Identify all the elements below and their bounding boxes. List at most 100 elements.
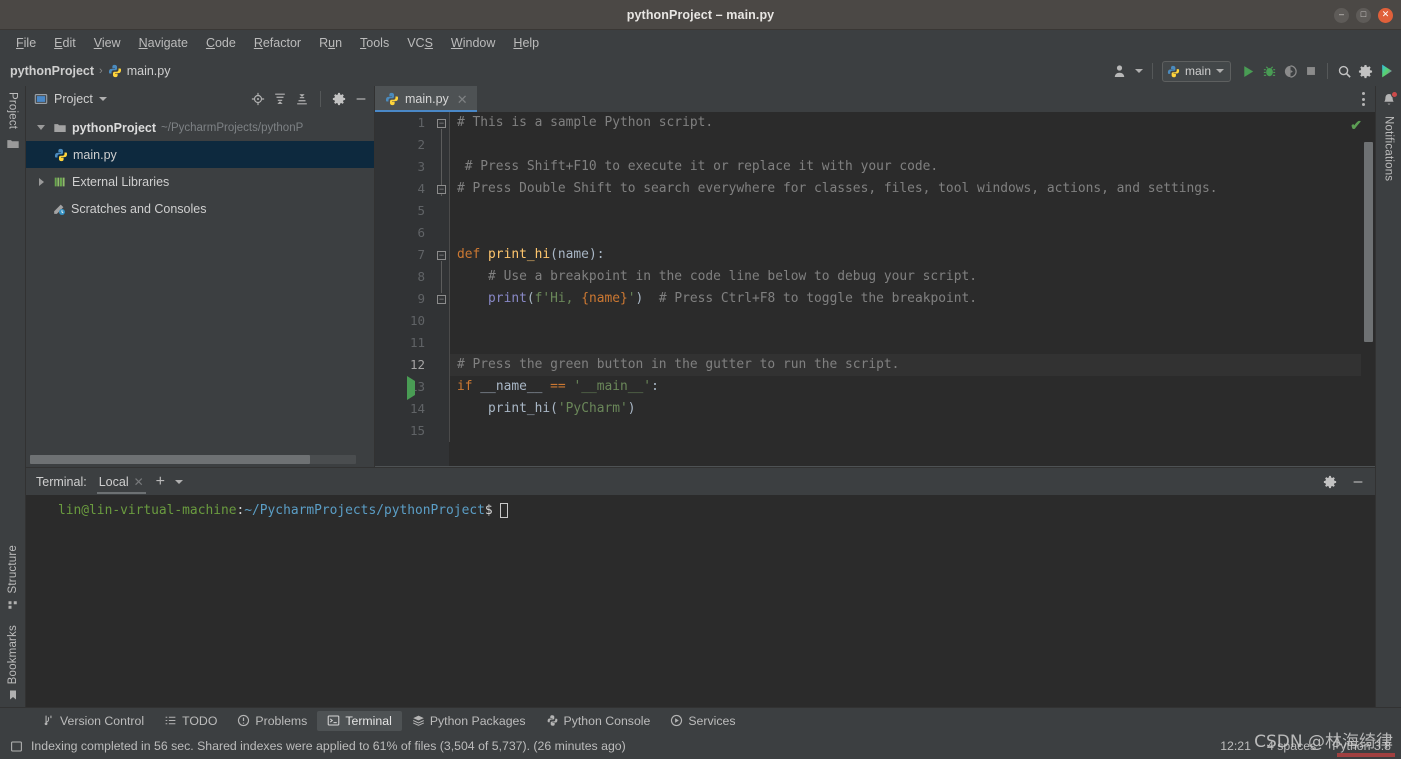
stop-icon[interactable] (1304, 64, 1318, 78)
gear-icon[interactable] (1358, 64, 1373, 79)
run-configuration-selector[interactable]: main (1161, 60, 1231, 82)
rail-item-project[interactable]: Project (7, 92, 19, 129)
terminal-chevron-down-icon[interactable] (175, 479, 184, 484)
toolwindow-python-console[interactable]: Python Console (536, 711, 661, 731)
code-line-10[interactable] (449, 310, 1361, 332)
toolwindow-services[interactable]: Services (660, 711, 745, 731)
rail-item-bookmarks[interactable]: Bookmarks (7, 625, 19, 701)
notifications-bell[interactable] (1381, 91, 1398, 108)
toolwindow-terminal[interactable]: Terminal (317, 710, 402, 731)
search-icon[interactable] (1337, 64, 1352, 79)
terminal-tab-local[interactable]: Local ✕ (96, 471, 146, 494)
close-icon[interactable]: ✕ (134, 475, 144, 489)
tree-node-scratches-and-consoles[interactable]: Scratches and Consoles (26, 195, 374, 222)
menu-refactor[interactable]: Refactor (246, 33, 309, 53)
breadcrumb-project[interactable]: pythonProject (10, 64, 94, 78)
close-icon[interactable]: ✕ (457, 93, 468, 106)
menu-code[interactable]: Code (198, 33, 244, 53)
run-line-icon[interactable] (407, 376, 415, 400)
editor-tab-options[interactable] (1362, 86, 1375, 112)
code-line-1[interactable]: # This is a sample Python script. (449, 112, 1361, 134)
debug-icon[interactable] (1262, 64, 1277, 79)
terminal-header: Terminal: Local ✕ + (26, 468, 1375, 495)
new-terminal-button[interactable]: + (156, 473, 165, 490)
info-icon[interactable] (10, 740, 23, 753)
fold-marker-line7[interactable]: − (437, 251, 446, 260)
code-line-4[interactable]: # Press Double Shift to search everywher… (449, 178, 1361, 200)
maximize-window-button[interactable]: □ (1356, 7, 1371, 23)
project-chevron-down-icon[interactable] (98, 97, 107, 101)
minimize-icon[interactable] (354, 92, 368, 106)
fold-marker-line9[interactable]: − (437, 295, 446, 304)
account-chevron-down-icon[interactable] (1134, 69, 1143, 73)
code-line-5[interactable] (449, 200, 1361, 222)
menu-help[interactable]: Help (505, 33, 547, 53)
code-token: (name): (550, 247, 605, 262)
project-window-icon (34, 92, 48, 106)
gear-icon[interactable] (1323, 475, 1337, 489)
run-config-chevron-down-icon[interactable] (1216, 69, 1224, 73)
run-icon[interactable] (1241, 64, 1256, 79)
toolwindow-version-control[interactable]: Version Control (32, 711, 154, 731)
code-line-6[interactable] (449, 222, 1361, 244)
locate-icon[interactable] (251, 92, 265, 106)
toolwindow-todo[interactable]: TODO (154, 711, 227, 731)
editor-gutter[interactable]: 1 2 3 4 5 6 7 8 9 10 11 12 13 14 15 (375, 112, 435, 467)
run-configuration-label: main (1184, 64, 1211, 78)
gear-icon[interactable] (332, 92, 346, 106)
python-file-icon (54, 148, 68, 162)
code-line-13[interactable]: if __name__ == '__main__': (449, 376, 1361, 398)
code-line-2[interactable] (449, 134, 1361, 156)
minimize-window-button[interactable]: – (1334, 7, 1349, 23)
terminal-output[interactable]: lin@lin-virtual-machine: ~/PycharmProject… (26, 495, 1375, 707)
menu-edit[interactable]: Edit (46, 33, 84, 53)
line-number: 10 (409, 313, 425, 328)
account-icon[interactable] (1113, 63, 1129, 79)
code-line-3[interactable]: # Press Shift+F10 to execute it or repla… (449, 156, 1361, 178)
code-line-12[interactable]: # Press the green button in the gutter t… (449, 354, 1361, 376)
close-window-button[interactable]: ✕ (1378, 7, 1393, 23)
menu-file[interactable]: File (8, 33, 44, 53)
toolwindow-python-packages[interactable]: Python Packages (402, 711, 536, 731)
line-number: 13 (409, 379, 425, 394)
code-line-7[interactable]: def print_hi(name): (449, 244, 1361, 266)
tree-node-pythonproject[interactable]: pythonProject ~/PycharmProjects/pythonP (26, 114, 374, 141)
menu-tools[interactable]: Tools (352, 33, 397, 53)
code-text-area[interactable]: # This is a sample Python script. # Pres… (449, 112, 1361, 467)
menu-view[interactable]: View (86, 33, 129, 53)
menu-window[interactable]: Window (443, 33, 503, 53)
chevron-right-icon[interactable] (34, 177, 48, 186)
ai-assistant-icon[interactable] (1379, 63, 1395, 79)
menu-vcs[interactable]: VCS (399, 33, 441, 53)
fold-marker-line4[interactable]: − (437, 185, 446, 194)
code-line-8[interactable]: # Use a breakpoint in the code line belo… (449, 266, 1361, 288)
editor-vertical-scrollbar[interactable] (1364, 142, 1373, 342)
code-token: # Press Double Shift to search everywher… (457, 181, 1218, 196)
code-line-14[interactable]: print_hi('PyCharm') (449, 398, 1361, 420)
fold-marker-line1[interactable]: − (437, 119, 446, 128)
code-editor[interactable]: 1 2 3 4 5 6 7 8 9 10 11 12 13 14 15 − − … (375, 112, 1375, 467)
toolwindow-problems[interactable]: Problems (227, 711, 317, 731)
coverage-icon[interactable] (1283, 64, 1298, 79)
breadcrumb-file[interactable]: main.py (127, 64, 171, 78)
chevron-down-icon[interactable] (34, 125, 48, 130)
menu-run[interactable]: Run (311, 33, 350, 53)
project-horizontal-scrollbar[interactable] (30, 455, 356, 464)
editor-tab-main-py[interactable]: main.py ✕ (375, 86, 477, 112)
menu-navigate[interactable]: Navigate (131, 33, 196, 53)
code-line-9[interactable]: print(f'Hi, {name}') # Press Ctrl+F8 to … (449, 288, 1361, 310)
rail-item-notifications[interactable]: Notifications (1383, 116, 1395, 181)
rail-item-structure[interactable]: Structure (7, 545, 19, 610)
tree-node-external-libraries[interactable]: External Libraries (26, 168, 374, 195)
expand-all-icon[interactable] (273, 92, 287, 106)
code-line-11[interactable] (449, 332, 1361, 354)
minimize-icon[interactable] (1351, 475, 1365, 489)
collapse-all-icon[interactable] (295, 92, 309, 106)
editor-folding-gutter[interactable]: − − − − (435, 112, 449, 467)
editor-bottom-divider (375, 466, 1375, 467)
more-options-icon[interactable] (1362, 92, 1365, 106)
inspection-status-icon[interactable]: ✔ (1350, 117, 1362, 134)
status-message[interactable]: Indexing completed in 56 sec. Shared ind… (31, 739, 626, 753)
code-line-15[interactable] (449, 420, 1361, 442)
tree-node-main-py[interactable]: main.py (26, 141, 374, 168)
